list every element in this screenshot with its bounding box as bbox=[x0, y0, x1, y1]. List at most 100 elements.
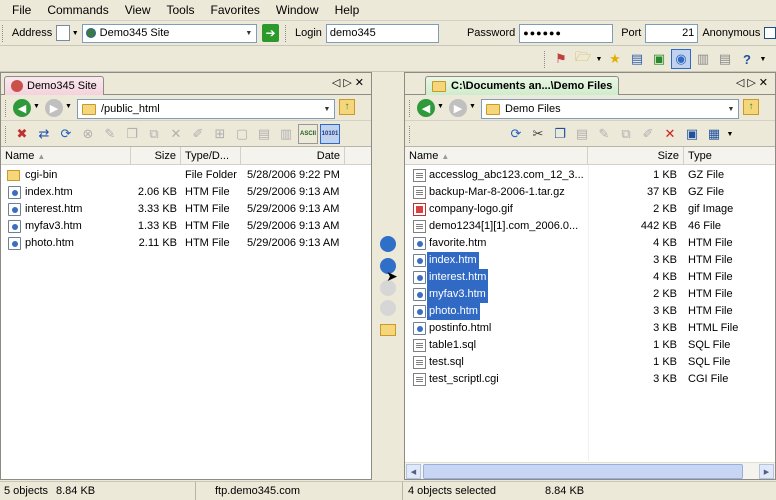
move-icon[interactable]: ⧉ bbox=[144, 124, 164, 144]
paste-icon[interactable]: ▤ bbox=[572, 124, 592, 144]
copy-icon[interactable]: ❐ bbox=[550, 124, 570, 144]
forward-icon[interactable]: ▶ bbox=[45, 99, 63, 117]
prev-tab-icon[interactable]: ◁ bbox=[332, 77, 343, 89]
binary-mode-icon[interactable]: 10101 bbox=[320, 124, 340, 144]
chevron-down-icon[interactable]: ▼ bbox=[469, 103, 476, 110]
chevron-down-icon[interactable]: ▼ bbox=[65, 103, 72, 110]
refresh-icon[interactable]: ⟳ bbox=[506, 124, 526, 144]
forward-icon[interactable]: ▶ bbox=[449, 99, 467, 117]
col-name[interactable]: Name ▲ bbox=[405, 147, 588, 165]
scroll-right-icon[interactable]: ▶ bbox=[759, 464, 774, 479]
page-icon[interactable] bbox=[56, 25, 70, 41]
toolbar-grip[interactable] bbox=[2, 24, 5, 42]
move-icon[interactable]: ⧉ bbox=[616, 124, 636, 144]
queue-folder-icon[interactable] bbox=[380, 324, 396, 336]
chevron-down-icon[interactable]: ▼ bbox=[724, 101, 738, 118]
remote-path-combo[interactable]: /public_html ▼ bbox=[77, 99, 335, 119]
port-field[interactable]: 21 bbox=[645, 23, 699, 43]
dropdown-icon[interactable]: ▼ bbox=[595, 49, 603, 69]
connect-icon[interactable]: ⚑ bbox=[551, 49, 571, 69]
refresh-icon[interactable]: ⟳ bbox=[56, 124, 76, 144]
next-tab-icon[interactable]: ▷ bbox=[343, 77, 354, 89]
col-size[interactable]: Size bbox=[588, 147, 684, 165]
col-date[interactable]: Date bbox=[241, 147, 345, 165]
col-type[interactable]: Type bbox=[684, 147, 774, 165]
bookmark-icon[interactable]: ▤ bbox=[627, 49, 647, 69]
table-row[interactable]: test_scriptl.cgi 3 KB CGI File bbox=[405, 371, 775, 388]
sync-right-icon[interactable] bbox=[380, 300, 396, 316]
chevron-down-icon[interactable]: ▼ bbox=[437, 103, 444, 110]
open-folder-icon[interactable]: 🗁 bbox=[573, 49, 593, 69]
table-row[interactable]: table1.sql 1 KB SQL File bbox=[405, 337, 775, 354]
table-row[interactable]: accesslog_abc123.com_12_3... 1 KB GZ Fil… bbox=[405, 167, 775, 184]
menu-view[interactable]: View bbox=[117, 0, 159, 20]
table-row[interactable]: myfav3.htm 1.33 KB HTM File 5/29/2006 9:… bbox=[1, 218, 371, 235]
toolbar-grip[interactable] bbox=[5, 100, 8, 117]
copy-icon[interactable]: ❐ bbox=[122, 124, 142, 144]
clipboard-icon[interactable]: ▥ bbox=[276, 124, 296, 144]
menu-file[interactable]: File bbox=[4, 0, 39, 20]
table-row[interactable]: interest.htm 3.33 KB HTM File 5/29/2006 … bbox=[1, 201, 371, 218]
paste-icon[interactable]: ▤ bbox=[254, 124, 274, 144]
prev-tab-icon[interactable]: ◁ bbox=[736, 77, 747, 89]
table-row[interactable]: postinfo.html 3 KB HTML File bbox=[405, 320, 775, 337]
folder-up-icon[interactable]: ↑ bbox=[339, 99, 355, 115]
tab-demo345-site[interactable]: Demo345 Site bbox=[4, 76, 104, 95]
table-row[interactable]: index.htm 2.06 KB HTM File 5/29/2006 9:1… bbox=[1, 184, 371, 201]
table-row[interactable]: favorite.htm 4 KB HTM File bbox=[405, 235, 775, 252]
chevron-down-icon[interactable]: ▼ bbox=[320, 101, 334, 118]
folder-up-icon[interactable]: ↑ bbox=[743, 99, 759, 115]
toolbar-grip[interactable] bbox=[285, 24, 288, 42]
table-row[interactable]: photo.htm 2.11 KB HTM File 5/29/2006 9:1… bbox=[1, 235, 371, 252]
disconnect-icon[interactable]: ✖ bbox=[12, 124, 32, 144]
scroll-thumb[interactable] bbox=[423, 464, 743, 479]
tab-demo-files[interactable]: C:\Documents an...\Demo Files bbox=[425, 76, 620, 95]
upload-icon[interactable] bbox=[380, 236, 396, 252]
col-type[interactable]: Type/D... bbox=[181, 147, 241, 165]
col-size[interactable]: Size bbox=[131, 147, 181, 165]
new-folder-icon[interactable]: ▢ bbox=[232, 124, 252, 144]
horizontal-scrollbar[interactable]: ◀ ▶ bbox=[405, 462, 775, 479]
col-name[interactable]: Name ▲ bbox=[1, 147, 131, 165]
table-row-selected[interactable]: index.htm 3 KB HTM File bbox=[405, 252, 775, 269]
view-single-icon[interactable]: ◉ bbox=[671, 49, 691, 69]
edit-icon[interactable]: ✎ bbox=[594, 124, 614, 144]
toolbar-grip[interactable] bbox=[409, 100, 412, 117]
toolbar-grip[interactable] bbox=[5, 126, 8, 143]
back-icon[interactable]: ◀ bbox=[417, 99, 435, 117]
edit-icon[interactable]: ✎ bbox=[100, 124, 120, 144]
menu-commands[interactable]: Commands bbox=[39, 0, 116, 20]
menu-favorites[interactable]: Favorites bbox=[203, 0, 268, 20]
login-field[interactable]: demo345 bbox=[325, 23, 439, 43]
delete-icon[interactable]: ✕ bbox=[166, 124, 186, 144]
password-field[interactable]: ●●●●●● bbox=[519, 23, 614, 43]
properties-icon[interactable]: ▣ bbox=[682, 124, 702, 144]
dropdown-icon[interactable]: ▼ bbox=[726, 124, 734, 144]
help-icon[interactable]: ? bbox=[737, 49, 757, 69]
menu-window[interactable]: Window bbox=[268, 0, 327, 20]
table-row-selected[interactable]: interest.htm 4 KB HTM File bbox=[405, 269, 775, 286]
page-dropdown-icon[interactable]: ▼ bbox=[72, 30, 79, 37]
menu-help[interactable]: Help bbox=[327, 0, 368, 20]
next-tab-icon[interactable]: ▷ bbox=[747, 77, 758, 89]
table-row[interactable]: cgi-bin File Folder 5/28/2006 9:22 PM bbox=[1, 167, 371, 184]
rename-icon[interactable]: ✐ bbox=[188, 124, 208, 144]
go-button[interactable]: ➔ bbox=[261, 24, 280, 42]
rename-icon[interactable]: ✐ bbox=[638, 124, 658, 144]
back-icon[interactable]: ◀ bbox=[13, 99, 31, 117]
address-combo[interactable]: Demo345 Site ▼ bbox=[81, 23, 257, 43]
close-icon[interactable]: ✕ bbox=[759, 77, 771, 89]
view-split-vertical-icon[interactable]: ▥ bbox=[693, 49, 713, 69]
table-row[interactable]: demo1234[1][1].com_2006.0... 442 KB 46 F… bbox=[405, 218, 775, 235]
table-row[interactable]: backup-Mar-8-2006-1.tar.gz 37 KB GZ File bbox=[405, 184, 775, 201]
menu-tools[interactable]: Tools bbox=[159, 0, 203, 20]
dropdown-icon[interactable]: ▼ bbox=[759, 49, 767, 69]
table-row-selected[interactable]: myfav3.htm 2 KB HTM File bbox=[405, 286, 775, 303]
cut-icon[interactable]: ✂ bbox=[528, 124, 548, 144]
reconnect-icon[interactable]: ⇄ bbox=[34, 124, 54, 144]
toolbar-grip[interactable] bbox=[409, 126, 412, 143]
favorites-star-icon[interactable]: ★ bbox=[605, 49, 625, 69]
toolbar-grip[interactable] bbox=[544, 50, 547, 68]
stop-icon[interactable]: ⊗ bbox=[78, 124, 98, 144]
anonymous-checkbox[interactable] bbox=[764, 27, 776, 39]
